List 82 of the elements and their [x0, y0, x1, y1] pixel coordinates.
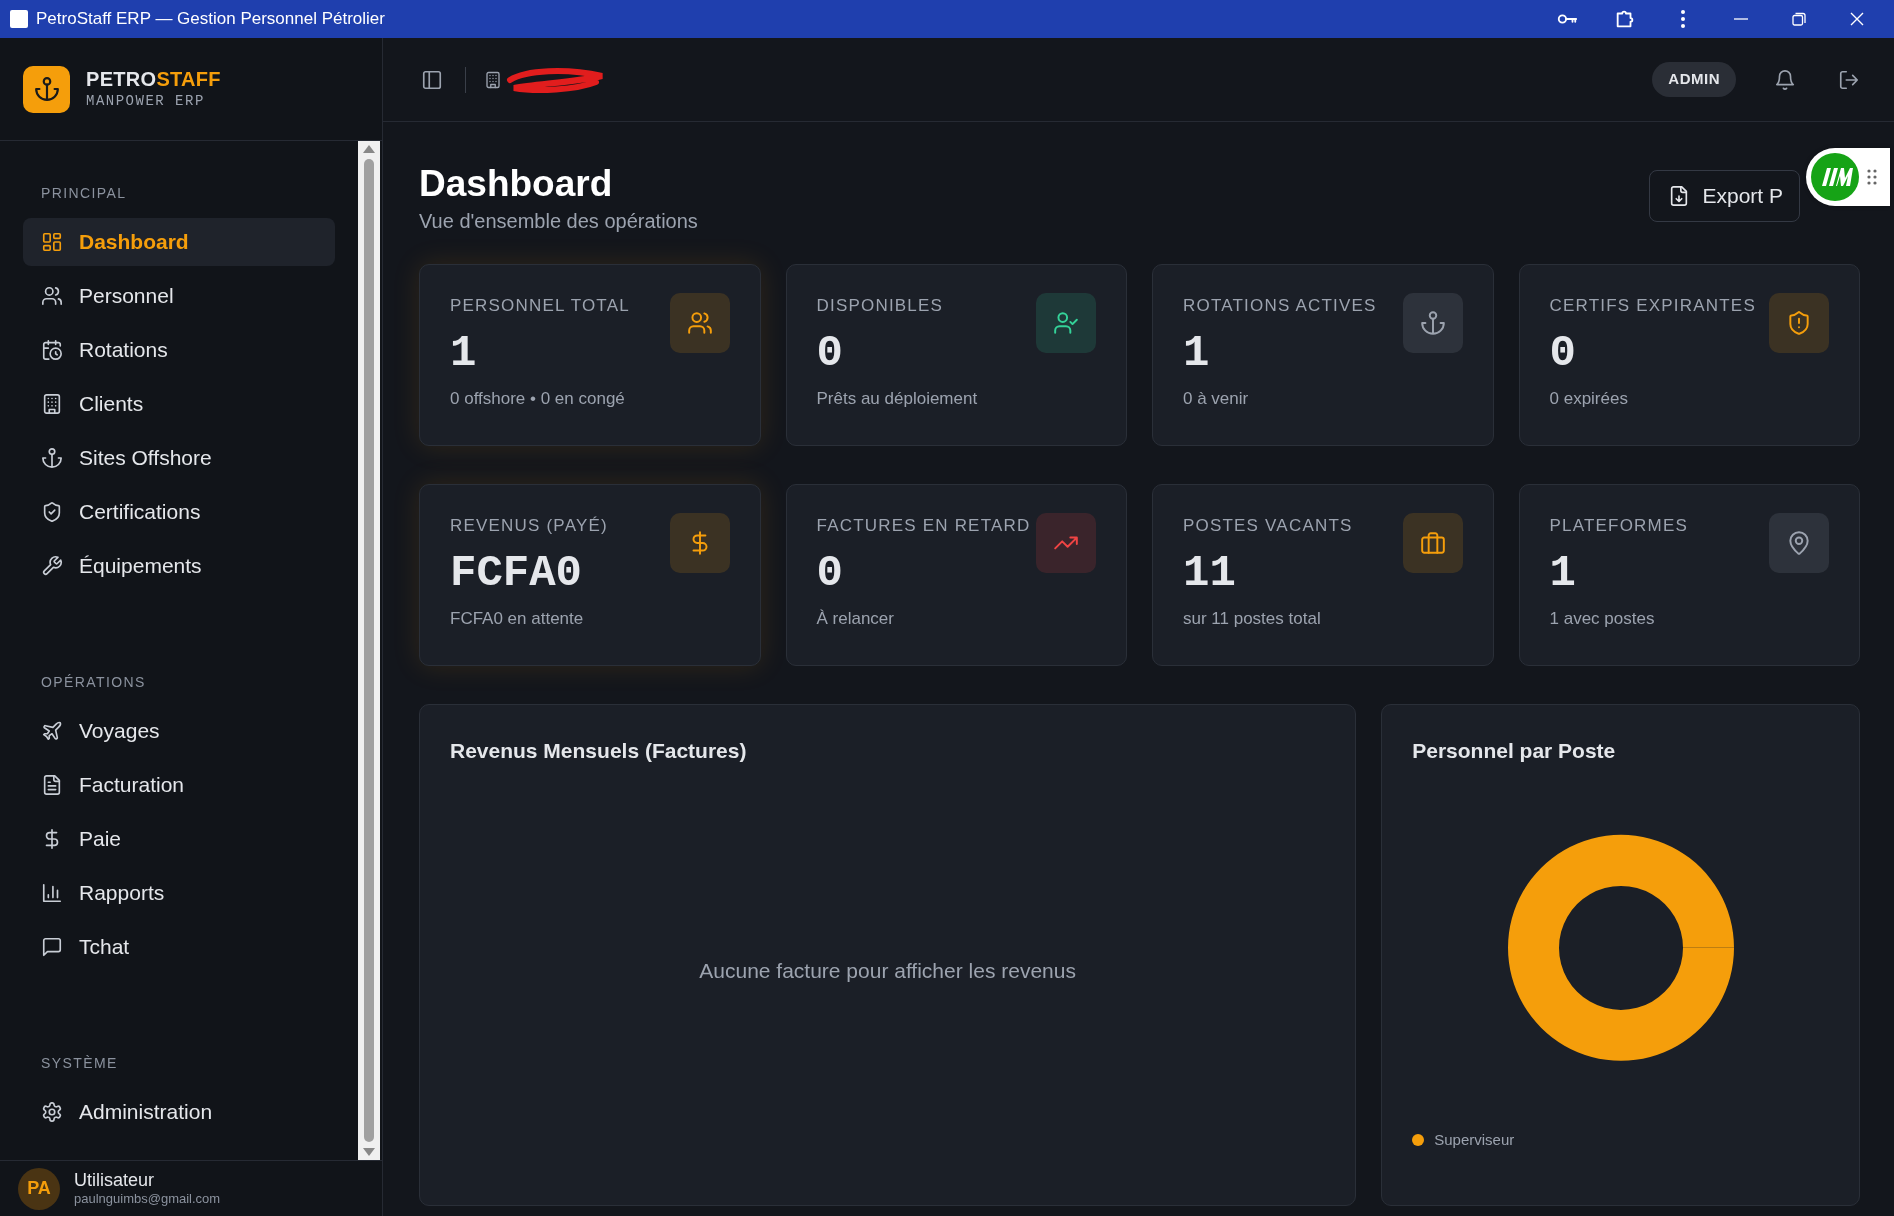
stat-label: FACTURES EN RETARD: [816, 515, 1031, 538]
stat-label: DISPONIBLES: [816, 295, 945, 318]
user-name: Utilisateur: [74, 1170, 156, 1192]
building-icon: [484, 70, 502, 89]
stat-detail: 0 à venir: [1183, 387, 1250, 410]
export-button[interactable]: Export P: [1649, 170, 1800, 222]
app-icon: [10, 10, 28, 28]
nav-item[interactable]: Tchat: [23, 923, 335, 971]
shield-icon: [41, 501, 63, 523]
stat-detail: 0 expirées: [1549, 387, 1629, 410]
panel-title: Revenus Mensuels (Factures): [450, 738, 748, 765]
chat-icon: [41, 936, 63, 958]
nav-item[interactable]: Paie: [23, 815, 335, 863]
nav-item[interactable]: Sites Offshore: [23, 434, 335, 482]
plane-icon: [41, 720, 63, 742]
nav-item[interactable]: Certifications: [23, 488, 335, 536]
panel-title: Personnel par Poste: [1412, 738, 1617, 765]
user-email: paulnguimbs@gmail.com: [74, 1191, 221, 1207]
nav-item[interactable]: Dashboard: [23, 218, 335, 266]
stat-value: 0: [1549, 326, 1577, 380]
nav-item[interactable]: Personnel: [23, 272, 335, 320]
scroll-down-arrow-icon[interactable]: [363, 1148, 375, 1156]
brand-subtitle: MANPOWER ERP: [86, 91, 206, 111]
floating-widget[interactable]: [1806, 148, 1890, 206]
scroll-up-arrow-icon[interactable]: [363, 145, 375, 153]
stat-value: 0: [816, 326, 844, 380]
logout-icon: [1838, 68, 1860, 91]
brand-name: PETROSTAFF: [86, 66, 221, 91]
drag-handle-icon[interactable]: [1866, 168, 1878, 186]
window-title: PetroStaff ERP — Gestion Personnel Pétrolier: [36, 8, 385, 31]
stat-value: FCFA0: [450, 546, 584, 600]
nav-item[interactable]: Administration: [23, 1088, 335, 1136]
legend-label: Superviseur: [1434, 1129, 1515, 1150]
wrench-icon: [41, 555, 63, 577]
sidebar-toggle-icon: [421, 68, 443, 91]
nav-item[interactable]: Facturation: [23, 761, 335, 809]
stat-detail: FCFA0 en attente: [450, 607, 585, 630]
building-icon: [41, 393, 63, 415]
users-icon: [41, 285, 63, 307]
stat-detail: 0 offshore • 0 en congé: [450, 387, 626, 410]
stat-detail: Prêts au déploiement: [816, 387, 978, 410]
stat-label: ROTATIONS ACTIVES: [1183, 295, 1377, 318]
section-title: PRINCIPAL: [40, 184, 128, 203]
page-subtitle: Vue d'ensemble des opérations: [419, 209, 698, 235]
page-title: Dashboard: [419, 162, 614, 206]
puzzle-icon[interactable]: [1614, 8, 1636, 30]
section-title: SYSTÈME: [40, 1054, 119, 1073]
stat-detail: 1 avec postes: [1549, 607, 1656, 630]
stat-label: POSTES VACANTS: [1183, 515, 1353, 538]
logo-icon: [23, 65, 70, 113]
document-icon: [41, 774, 63, 796]
stat-label: REVENUS (PAYÉ): [450, 515, 608, 538]
scrollbar[interactable]: [358, 141, 380, 1160]
stat-value: 11: [1183, 546, 1237, 600]
stat-label: CERTIFS EXPIRANTES: [1549, 295, 1756, 318]
role-badge: ADMIN: [1652, 62, 1736, 97]
nav-item[interactable]: Rotations: [23, 326, 335, 374]
section-title: OPÉRATIONS: [40, 673, 147, 692]
stat-label: PLATEFORMES: [1549, 515, 1689, 538]
stat-label: PERSONNEL TOTAL: [450, 295, 630, 318]
more-options-icon[interactable]: [1680, 9, 1686, 29]
nav-item[interactable]: Rapports: [23, 869, 335, 917]
stat-detail: sur 11 postes total: [1183, 607, 1322, 630]
close-icon[interactable]: [1850, 12, 1864, 26]
stat-detail: À relancer: [816, 607, 895, 630]
bell-icon: [1774, 68, 1796, 91]
dashboard-icon: [41, 231, 63, 253]
nav-item[interactable]: Équipements: [23, 542, 335, 590]
settings-icon: [41, 1101, 63, 1123]
stat-value: 1: [1549, 546, 1577, 600]
stat-value: 1: [450, 326, 478, 380]
stat-value: 0: [816, 546, 844, 600]
user-avatar: PA: [18, 1167, 60, 1210]
empty-message: Aucune facture pour afficher les revenus: [699, 958, 1076, 985]
nav-item[interactable]: Clients: [23, 380, 335, 428]
nav-item[interactable]: Voyages: [23, 707, 335, 755]
restore-icon[interactable]: [1792, 12, 1806, 26]
stat-value: 1: [1183, 326, 1211, 380]
logo-icon: [1810, 152, 1860, 202]
bar-chart-icon: [41, 882, 63, 904]
anchor-icon: [41, 447, 63, 469]
calendar-icon: [41, 339, 63, 361]
